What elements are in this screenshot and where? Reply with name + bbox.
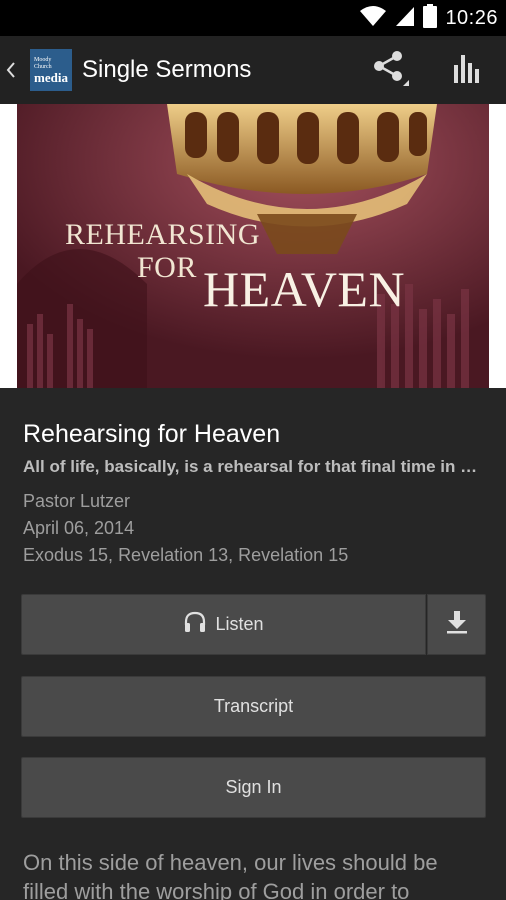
artwork-title-line2: FOR bbox=[137, 251, 197, 284]
logo-line1: Moody bbox=[34, 56, 52, 63]
signal-icon bbox=[395, 5, 415, 32]
headphones-icon bbox=[183, 611, 207, 638]
sign-in-button[interactable]: Sign In bbox=[21, 757, 486, 818]
sermon-artwork: REHEARSING FOR HEAVEN bbox=[0, 104, 506, 388]
share-icon bbox=[369, 48, 409, 93]
stats-button[interactable] bbox=[444, 36, 490, 104]
sermon-date: April 06, 2014 bbox=[23, 518, 135, 538]
sermon-description: On this side of heaven, our lives should… bbox=[23, 850, 438, 900]
battery-icon bbox=[423, 3, 438, 33]
listen-label: Listen bbox=[215, 614, 264, 634]
listen-button[interactable]: Listen bbox=[21, 594, 426, 655]
status-time: 10:26 bbox=[445, 6, 498, 29]
scripture-references: Exodus 15, Revelation 13, Revelation 15 bbox=[23, 545, 349, 565]
status-bar: 10:26 bbox=[0, 0, 506, 36]
sermon-speaker: Pastor Lutzer bbox=[23, 491, 131, 511]
artwork-title-line1: REHEARSING bbox=[65, 218, 261, 251]
wifi-icon bbox=[359, 5, 387, 32]
screen-title: Single Sermons bbox=[82, 56, 252, 83]
status-icons: 10:26 bbox=[359, 3, 498, 33]
sermon-summary: All of life, basically, is a rehearsal f… bbox=[23, 457, 485, 476]
sermon-title: Rehearsing for Heaven bbox=[23, 420, 281, 448]
action-bar: Moody Church media Single Sermons bbox=[0, 36, 506, 104]
artwork-image: REHEARSING FOR HEAVEN bbox=[17, 104, 489, 388]
back-chevron-icon[interactable] bbox=[2, 36, 20, 104]
transcript-button[interactable]: Transcript bbox=[21, 676, 486, 737]
transcript-label: Transcript bbox=[213, 696, 294, 716]
app-logo[interactable]: Moody Church media bbox=[30, 49, 72, 91]
download-button[interactable] bbox=[427, 594, 486, 655]
bar-chart-icon bbox=[452, 53, 482, 88]
artwork-title-line3: HEAVEN bbox=[203, 261, 406, 317]
logo-line3: media bbox=[34, 69, 68, 85]
download-icon bbox=[444, 609, 470, 640]
share-button[interactable] bbox=[364, 36, 414, 104]
sign-in-label: Sign In bbox=[225, 777, 282, 797]
